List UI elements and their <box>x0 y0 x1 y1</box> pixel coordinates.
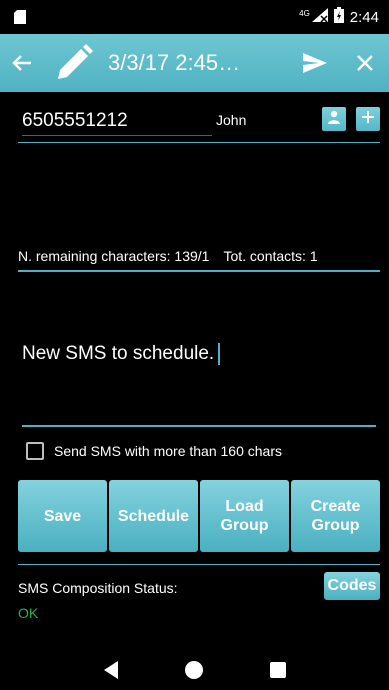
schedule-button-label: Schedule <box>117 507 190 525</box>
total-contacts-label: Tot. contacts: <box>223 248 306 264</box>
action-buttons: Save Schedule Load Group Create Group <box>18 480 380 552</box>
contact-name: John <box>216 112 247 128</box>
message-input[interactable]: New SMS to schedule. <box>22 343 374 365</box>
contact-divider <box>18 142 380 143</box>
send-icon[interactable] <box>289 53 341 73</box>
save-button[interactable]: Save <box>18 480 107 552</box>
person-icon <box>327 110 341 129</box>
info-divider <box>18 270 380 272</box>
info-row: N. remaining characters: 139/1 Tot. cont… <box>18 248 380 264</box>
long-sms-checkbox[interactable] <box>26 442 44 460</box>
toolbar-title: 3/3/17 2:45… <box>108 50 241 75</box>
load-group-button[interactable]: Load Group <box>200 480 289 552</box>
app-toolbar: 3/3/17 2:45… <box>0 34 389 92</box>
close-icon[interactable] <box>341 55 389 71</box>
phone-number-input[interactable] <box>22 104 212 136</box>
plus-icon <box>361 110 375 129</box>
composition-status-value: OK <box>18 605 39 621</box>
back-arrow-icon[interactable] <box>0 54 44 72</box>
clock-time: 2:44 <box>349 8 379 26</box>
status-bar: 4G 2:44 <box>0 0 389 34</box>
add-contact-button[interactable] <box>356 107 380 131</box>
network-type-label: 4G <box>299 8 310 18</box>
contact-row: John <box>18 104 380 138</box>
composition-status-label: SMS Composition Status: <box>18 580 178 596</box>
load-group-button-label: Load Group <box>220 498 269 534</box>
remaining-chars-label: N. remaining characters: <box>18 248 171 264</box>
message-underline <box>22 425 376 427</box>
codes-button[interactable]: Codes <box>324 572 380 600</box>
text-cursor <box>218 343 221 365</box>
status-divider <box>18 564 380 565</box>
signal-icon <box>311 8 328 26</box>
status-indicators: 4G 2:44 <box>299 7 379 27</box>
pencil-icon <box>44 43 104 83</box>
nav-back-icon[interactable] <box>103 661 118 679</box>
sim-card-icon <box>14 10 26 24</box>
long-sms-label: Send SMS with more than 160 chars <box>54 443 283 459</box>
remaining-chars-info: N. remaining characters: 139/1 <box>18 248 209 264</box>
long-sms-option[interactable]: Send SMS with more than 160 chars <box>26 442 282 460</box>
schedule-button[interactable]: Schedule <box>109 480 198 552</box>
save-button-label: Save <box>43 507 82 525</box>
battery-icon <box>333 7 344 27</box>
create-group-button[interactable]: Create Group <box>291 480 380 552</box>
nav-recents-icon[interactable] <box>269 662 286 678</box>
message-text: New SMS to schedule. <box>22 343 215 365</box>
total-contacts-info: Tot. contacts: 1 <box>223 248 317 264</box>
remaining-chars-value: 139/1 <box>174 248 210 264</box>
total-contacts-value: 1 <box>309 248 318 264</box>
pick-contact-button[interactable] <box>322 107 346 131</box>
nav-home-icon[interactable] <box>184 661 203 679</box>
codes-button-label: Codes <box>327 577 377 594</box>
system-nav-bar <box>0 650 389 690</box>
create-group-button-label: Create Group <box>310 498 361 534</box>
